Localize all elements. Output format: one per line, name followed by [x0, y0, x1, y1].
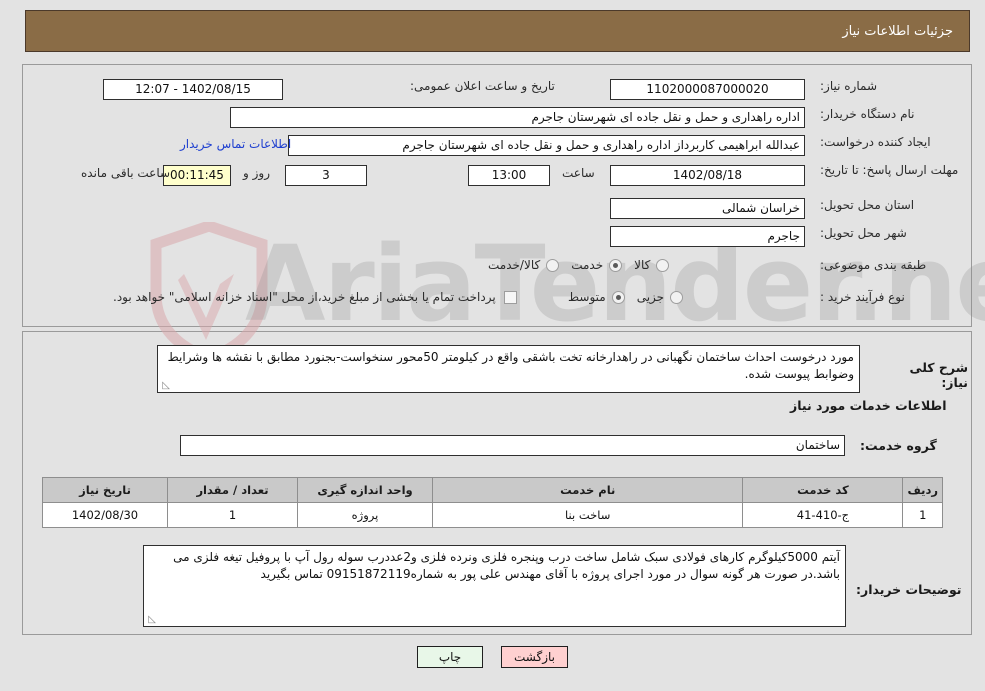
- radio-motevaset-icon[interactable]: [611, 290, 625, 304]
- table-header-row: ردیف کد خدمت نام خدمت واحد اندازه گیری ت…: [42, 477, 943, 503]
- col-row-no: ردیف: [902, 477, 943, 503]
- city-row: شهر محل تحویل:: [820, 226, 907, 240]
- resize-grip-icon[interactable]: ◺: [160, 381, 170, 391]
- process-option-motevaset[interactable]: متوسط: [560, 290, 629, 304]
- category-label: طبقه بندی موضوعی:: [820, 258, 927, 272]
- cell-service-code: ج-410-41: [742, 502, 904, 528]
- buyer-notes-resize-grip-icon[interactable]: ◺: [146, 615, 156, 625]
- col-need-date: تاریخ نیاز: [42, 477, 168, 503]
- requester-value: عبدالله ابراهیمی کاربرداز اداره راهداری …: [288, 135, 805, 156]
- days-and-label: روز و: [243, 166, 270, 180]
- print-button[interactable]: چاپ: [417, 646, 483, 668]
- need-description-value: مورد درخوست احداث ساختمان نگهبانی در راه…: [167, 350, 854, 381]
- treasury-checkbox-label: پرداخت تمام یا بخشی از مبلغ خرید،از محل …: [113, 290, 496, 304]
- radio-khedmat-icon[interactable]: [609, 258, 623, 272]
- requester-label: ایجاد کننده درخواست:: [820, 135, 931, 149]
- announce-datetime-value: 1402/08/15 - 12:07: [103, 79, 283, 100]
- cell-unit: پروژه: [297, 502, 433, 528]
- window-title-bar: جزئیات اطلاعات نیاز: [25, 10, 970, 52]
- cell-service-name: ساخت بنا: [431, 502, 744, 528]
- category-option-khedmat[interactable]: خدمت: [563, 258, 626, 272]
- back-button[interactable]: بازگشت: [501, 646, 568, 668]
- buyer-contact-link[interactable]: اطلاعات تماس خریدار: [180, 137, 291, 151]
- cell-need-date: 1402/08/30: [42, 502, 168, 528]
- need-info-panel: [22, 64, 972, 327]
- col-service-name: نام خدمت: [431, 477, 744, 503]
- buyer-notes-textarea[interactable]: آیتم 5000کیلوگرم کارهای فولادی سبک شامل …: [143, 545, 846, 627]
- requester-row: ایجاد کننده درخواست:: [820, 135, 931, 149]
- col-unit: واحد اندازه گیری: [297, 477, 433, 503]
- page-root: AriaTender.net جزئیات اطلاعات نیاز شماره…: [0, 0, 985, 691]
- process-option-jozei-label: جزیی: [636, 290, 665, 304]
- remaining-days-value: 3: [285, 165, 367, 186]
- province-row: استان محل تحویل:: [820, 198, 914, 212]
- need-number-value: 1102000087000020: [610, 79, 805, 100]
- deadline-label: مهلت ارسال پاسخ: تا تاریخ:: [820, 163, 959, 177]
- process-label-row: نوع فرآیند خرید :: [820, 290, 905, 304]
- buyer-org-label: نام دستگاه خریدار:: [820, 107, 915, 121]
- province-value: خراسان شمالی: [610, 198, 805, 219]
- table-row: 1 ج-410-41 ساخت بنا پروژه 1 1402/08/30: [42, 502, 943, 528]
- category-option-kala-khedmat-label: کالا/خدمت: [488, 258, 541, 272]
- radio-jozei-icon[interactable]: [670, 290, 684, 304]
- service-group-value: ساختمان: [180, 435, 845, 456]
- need-number-label: شماره نیاز:: [820, 79, 877, 93]
- province-label: استان محل تحویل:: [820, 198, 915, 212]
- category-option-kala-label: کالا: [634, 258, 651, 272]
- category-radio-group: کالا خدمت کالا/خدمت: [480, 258, 673, 272]
- process-option-jozei[interactable]: جزیی: [629, 290, 687, 304]
- deadline-date-value: 1402/08/18: [610, 165, 805, 186]
- category-label-row: طبقه بندی موضوعی:: [820, 258, 926, 272]
- category-option-kala[interactable]: کالا: [626, 258, 673, 272]
- buyer-notes-label: توضیحات خریدار:: [856, 582, 962, 597]
- page-title: جزئیات اطلاعات نیاز: [842, 23, 953, 39]
- footer-button-bar: بازگشت چاپ: [0, 646, 985, 668]
- services-table: ردیف کد خدمت نام خدمت واحد اندازه گیری ت…: [42, 477, 943, 528]
- remaining-suffix-label: ساعت باقی مانده: [81, 166, 171, 180]
- need-description-textarea[interactable]: مورد درخوست احداث ساختمان نگهبانی در راه…: [157, 345, 860, 393]
- process-radio-group: جزیی متوسط: [560, 290, 687, 304]
- category-option-khedmat-label: خدمت: [571, 258, 604, 272]
- city-label: شهر محل تحویل:: [820, 226, 907, 240]
- deadline-label-row: مهلت ارسال پاسخ: تا تاریخ:: [820, 163, 958, 178]
- radio-kala-khedmat-icon[interactable]: [546, 258, 560, 272]
- col-service-code: کد خدمت: [742, 477, 904, 503]
- process-option-motevaset-label: متوسط: [568, 290, 606, 304]
- deadline-hour-label: ساعت: [562, 166, 595, 180]
- need-number-row: شماره نیاز:: [820, 79, 877, 93]
- radio-kala-icon[interactable]: [656, 258, 670, 272]
- category-option-kala-khedmat[interactable]: کالا/خدمت: [480, 258, 563, 272]
- cell-quantity: 1: [167, 502, 298, 528]
- need-description-label: شرح کلی نیاز:: [909, 360, 968, 390]
- services-section-heading: اطلاعات خدمات مورد نیاز: [790, 398, 947, 413]
- service-group-label: گروه خدمت:: [860, 438, 937, 453]
- buyer-org-row: نام دستگاه خریدار:: [820, 107, 915, 121]
- announce-datetime-label: تاریخ و ساعت اعلان عمومی:: [410, 79, 555, 93]
- buyer-notes-value: آیتم 5000کیلوگرم کارهای فولادی سبک شامل …: [173, 550, 840, 581]
- treasury-checkbox-icon[interactable]: [503, 290, 517, 304]
- process-label: نوع فرآیند خرید :: [820, 290, 905, 304]
- treasury-checkbox-row[interactable]: پرداخت تمام یا بخشی از مبلغ خرید،از محل …: [113, 290, 521, 304]
- col-quantity: تعداد / مقدار: [167, 477, 298, 503]
- buyer-org-value: اداره راهداری و حمل و نقل جاده ای شهرستا…: [230, 107, 805, 128]
- city-value: جاجرم: [610, 226, 805, 247]
- cell-row-no: 1: [902, 502, 943, 528]
- deadline-hour-value: 13:00: [468, 165, 550, 186]
- announce-datetime-label-row: تاریخ و ساعت اعلان عمومی:: [410, 79, 555, 93]
